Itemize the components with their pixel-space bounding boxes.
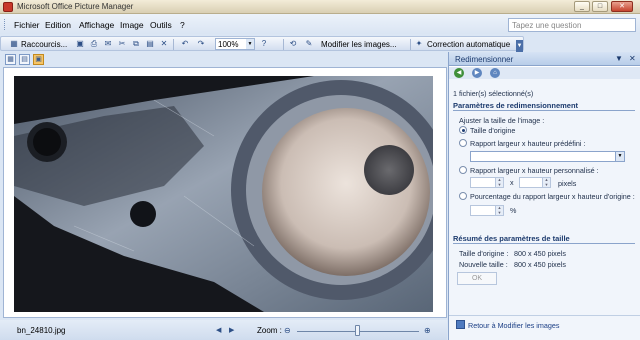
stepper-arrows-icon: ▲ ▼ (542, 177, 550, 187)
previous-picture-icon[interactable]: ◀ (216, 326, 221, 334)
title-bar: Microsoft Office Picture Manager _ □ ✕ (0, 0, 640, 14)
zoom-slider-thumb[interactable] (355, 325, 360, 336)
view-toolbar: ▦ ▤ ▣ (0, 52, 447, 67)
times-label: x (510, 178, 514, 187)
menu-fichier[interactable]: Fichier (14, 20, 40, 30)
forward-arrow-icon[interactable]: ▶ (472, 68, 482, 78)
close-button[interactable]: ✕ (611, 1, 633, 12)
original-size-radio[interactable] (459, 126, 467, 134)
standard-toolbar: ▦ Raccourcis... ▣ ⎙ ✉ ✂ ⧉ ▤ ✕ ↶ ↷ 100% ▼… (0, 36, 524, 51)
next-picture-icon[interactable]: ▶ (229, 326, 234, 334)
zoom-out-icon[interactable]: ⊖ (284, 326, 291, 335)
picture-manager-icon (3, 2, 13, 12)
edit-images-button[interactable]: Modifier les images... (321, 40, 397, 49)
shortcuts-icon: ▦ (10, 39, 18, 48)
task-pane-close-icon[interactable]: ✕ (629, 54, 636, 63)
help-icon[interactable]: ? (259, 39, 269, 49)
stepper-arrows-icon: ▲ ▼ (495, 205, 503, 215)
cut-icon[interactable]: ✂ (117, 39, 127, 49)
email-icon[interactable]: ✉ (103, 39, 113, 49)
original-size-label: Taille d'origine : (459, 249, 509, 258)
help-search-input[interactable]: Tapez une question (508, 18, 636, 32)
maximize-button[interactable]: □ (592, 1, 608, 12)
rotate-icon[interactable]: ⟲ (288, 39, 298, 49)
task-pane-title: Redimensionner (455, 55, 514, 64)
auto-correct-icon: ✦ (415, 39, 423, 48)
section-divider (453, 110, 635, 111)
zoom-select[interactable]: 100% ▼ (215, 38, 255, 50)
custom-height-stepper[interactable]: ▲ ▼ (519, 177, 551, 188)
resize-task-pane: Redimensionner ▼ ✕ ◀ ▶ ⌂ 1 fichier(s) sé… (448, 52, 640, 340)
back-to-edit-images-link[interactable]: Retour à Modifier les images (468, 321, 559, 330)
task-pane-body: 1 fichier(s) sélectionné(s) Paramètres d… (449, 79, 640, 340)
task-pane-nav: ◀ ▶ ⌂ (449, 67, 640, 79)
filmstrip-view-icon[interactable]: ▤ (19, 54, 30, 65)
thumbnail-view-icon[interactable]: ▦ (5, 54, 16, 65)
custom-width-stepper[interactable]: ▲ ▼ (470, 177, 504, 188)
toolbar-overflow-button[interactable]: ▼ (516, 40, 523, 52)
size-summary-heading: Résumé des paramètres de taille (453, 234, 570, 243)
window-title: Microsoft Office Picture Manager (17, 2, 134, 11)
zoom-value: 100% (218, 40, 239, 49)
predefined-ratio-option-label: Rapport largeur x hauteur prédéfini : (470, 139, 586, 148)
delete-icon[interactable]: ✕ (159, 39, 169, 49)
adjust-size-label: Ajuster la taille de l'image : (459, 116, 545, 125)
status-filename: bn_24810.jpg (17, 326, 66, 335)
toolbar-separator (173, 39, 174, 50)
chevron-down-icon: ▼ (246, 39, 254, 49)
undo-icon[interactable]: ↶ (180, 39, 190, 49)
back-arrow-icon[interactable]: ◀ (454, 68, 464, 78)
task-pane-menu-icon[interactable]: ▼ (615, 54, 623, 63)
menu-image[interactable]: Image (120, 20, 144, 30)
menu-edition[interactable]: Edition (45, 20, 71, 30)
edit-images-link-icon (456, 320, 465, 329)
link-divider (449, 315, 640, 316)
zoom-in-icon[interactable]: ⊕ (424, 326, 431, 335)
menu-affichage[interactable]: Affichage (79, 20, 114, 30)
single-picture-view-icon[interactable]: ▣ (33, 54, 44, 65)
new-size-value: 800 x 450 pixels (514, 260, 566, 269)
menu-grip (4, 19, 7, 30)
shortcuts-button[interactable]: Raccourcis... (21, 40, 67, 49)
task-pane-header: Redimensionner ▼ ✕ (449, 52, 640, 66)
stepper-arrows-icon: ▲ ▼ (495, 177, 503, 187)
status-bar: bn_24810.jpg ◀ ▶ Zoom : ⊖ ⊕ (0, 320, 447, 340)
edit-images-icon: ✎ (305, 39, 313, 48)
home-icon[interactable]: ⌂ (490, 68, 500, 78)
auto-correct-button[interactable]: Correction automatique (427, 40, 510, 49)
ok-button[interactable]: OK (457, 272, 497, 285)
percent-sign-label: % (510, 206, 517, 215)
percent-stepper[interactable]: ▲ ▼ (470, 205, 504, 216)
pixels-unit-label: pixels (558, 179, 577, 188)
paste-icon[interactable]: ▤ (145, 39, 155, 49)
chevron-down-icon: ▼ (615, 152, 624, 161)
copy-icon[interactable]: ⧉ (131, 39, 141, 49)
predefined-ratio-select[interactable]: ▼ (470, 151, 625, 162)
custom-ratio-option-label: Rapport largeur x hauteur personnalisé : (470, 166, 599, 175)
custom-ratio-radio[interactable] (459, 166, 467, 174)
photo-image[interactable] (14, 76, 433, 312)
predefined-ratio-radio[interactable] (459, 139, 467, 147)
section-divider (453, 243, 635, 244)
redo-icon[interactable]: ↷ (196, 39, 206, 49)
toolbar-separator (410, 39, 411, 50)
toolbar-separator (283, 39, 284, 50)
minimize-button[interactable]: _ (574, 1, 590, 12)
new-size-label: Nouvelle taille : (459, 260, 508, 269)
zoom-label: Zoom : (257, 326, 282, 335)
save-icon[interactable]: ▣ (75, 39, 85, 49)
menu-outils[interactable]: Outils (150, 20, 172, 30)
selected-count: 1 fichier(s) sélectionné(s) (453, 89, 534, 98)
percent-radio[interactable] (459, 192, 467, 200)
original-size-option-label: Taille d'origine (470, 126, 516, 135)
original-size-value: 800 x 450 pixels (514, 249, 566, 258)
resize-settings-heading: Paramètres de redimensionnement (453, 101, 579, 110)
menu-help[interactable]: ? (180, 20, 185, 30)
percent-option-label: Pourcentage du rapport largeur x hauteur… (470, 192, 635, 201)
print-icon[interactable]: ⎙ (89, 39, 99, 49)
